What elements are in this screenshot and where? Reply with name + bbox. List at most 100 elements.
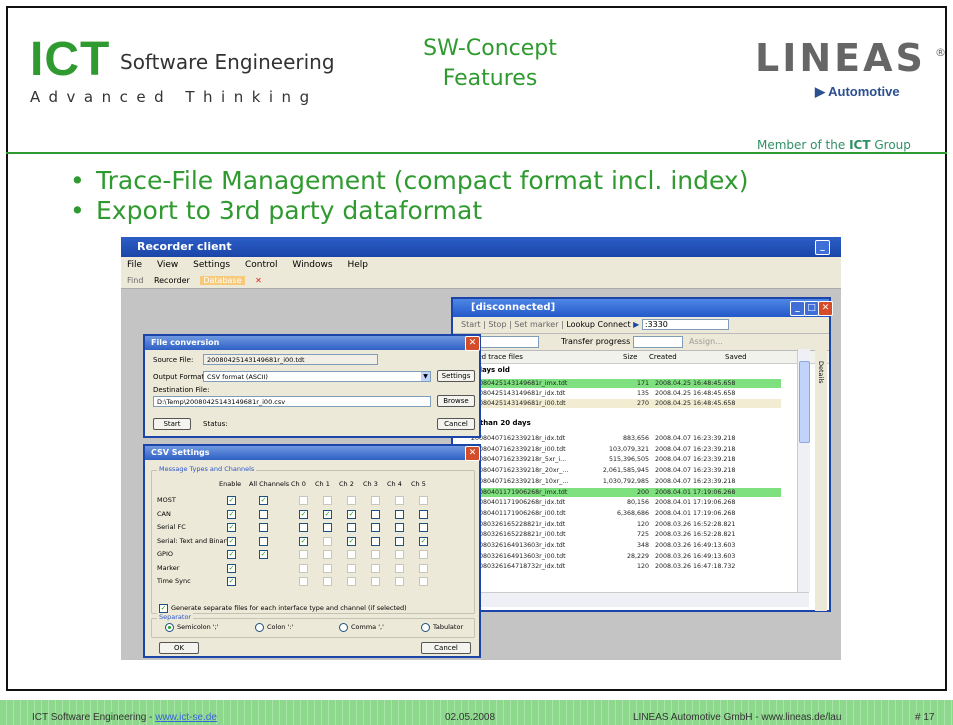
file-row[interactable]: 20080407162339218r_idx.tdt 883,656 2008.04… bbox=[461, 434, 781, 443]
file-row[interactable]: 20080401171906268r_imx.tdt 200 2008.04.01 … bbox=[461, 487, 781, 497]
cancel-button[interactable]: Cancel bbox=[421, 642, 471, 654]
all-channels-checkbox[interactable] bbox=[259, 536, 268, 546]
file-created: 2008.04.01 17:19:06.268 bbox=[655, 509, 736, 517]
all-channels-checkbox[interactable]: ✓ bbox=[259, 550, 268, 559]
file-row[interactable]: 20080326165228821r_idx.tdt 120 2008.03.26 … bbox=[461, 520, 781, 529]
channel-checkbox[interactable] bbox=[395, 509, 404, 519]
maximize-icon[interactable]: □ bbox=[804, 301, 819, 316]
all-channels-checkbox[interactable] bbox=[259, 509, 268, 519]
close-icon[interactable]: ✕ bbox=[465, 336, 480, 351]
enable-checkbox[interactable]: ✓ bbox=[227, 536, 236, 546]
channel-checkbox[interactable]: ✓ bbox=[347, 536, 356, 546]
format-select[interactable]: CSV format (ASCII) bbox=[203, 371, 431, 382]
col-size[interactable]: Size bbox=[623, 351, 637, 363]
header-divider bbox=[6, 152, 947, 154]
stop-button[interactable]: Stop bbox=[488, 320, 506, 329]
colon-radio[interactable] bbox=[255, 623, 264, 632]
scrollbar-thumb[interactable] bbox=[799, 361, 810, 443]
set-marker-button[interactable]: Set marker bbox=[514, 320, 558, 329]
ok-button[interactable]: OK bbox=[159, 642, 199, 654]
menu-settings[interactable]: Settings bbox=[193, 260, 230, 270]
connect-button[interactable]: Connect bbox=[598, 320, 631, 329]
tabulator-radio[interactable] bbox=[421, 623, 430, 632]
enable-checkbox[interactable]: ✓ bbox=[227, 577, 236, 586]
file-row[interactable]: 20080425143149681r_imx.tdt 171 2008.04.25 … bbox=[461, 379, 781, 388]
details-tab[interactable]: Details bbox=[815, 349, 827, 611]
channel-checkbox[interactable] bbox=[299, 523, 308, 532]
enable-checkbox[interactable]: ✓ bbox=[227, 550, 236, 559]
format-label: Output Format: bbox=[153, 373, 207, 381]
find-button[interactable]: Find bbox=[127, 276, 143, 285]
file-row[interactable]: 20080326164718732r_idx.tdt 120 2008.03.26 … bbox=[461, 562, 781, 571]
channel-checkbox[interactable] bbox=[371, 523, 380, 532]
file-row[interactable]: 20080326164913603r_idx.tdt 348 2008.03.26 … bbox=[461, 541, 781, 550]
channel-checkbox[interactable]: ✓ bbox=[299, 509, 308, 519]
disconnect-icon[interactable]: ✕ bbox=[255, 276, 262, 285]
all-channels-checkbox[interactable]: ✓ bbox=[259, 496, 268, 505]
channel-checkbox[interactable]: ✓ bbox=[323, 509, 332, 519]
file-row[interactable]: 20080425143149681r_i00.tdt 270 2008.04.25 … bbox=[461, 399, 781, 408]
col-created[interactable]: Created bbox=[649, 351, 677, 363]
horizontal-scrollbar[interactable] bbox=[453, 592, 809, 607]
separate-files-checkbox[interactable]: ✓ bbox=[159, 604, 168, 613]
vertical-scrollbar[interactable] bbox=[797, 349, 810, 592]
channel-checkbox[interactable] bbox=[395, 523, 404, 532]
channel-checkbox[interactable]: ✓ bbox=[419, 536, 428, 546]
footer-link[interactable]: www.ict-se.de bbox=[155, 712, 217, 723]
menu-windows[interactable]: Windows bbox=[292, 260, 332, 270]
start-button[interactable]: Start bbox=[153, 418, 191, 430]
dest-field[interactable]: D:\Temp\20080425143149681r_i00.csv bbox=[153, 396, 431, 407]
file-row[interactable]: 20080407162339218r_5xr_i... 515,396,505 20… bbox=[461, 455, 781, 464]
channel-checkbox[interactable] bbox=[395, 536, 404, 546]
menu-file[interactable]: File bbox=[127, 260, 142, 270]
file-row[interactable]: 20080407162339218r_20xr_... 2,061,585,945… bbox=[461, 466, 781, 475]
menu-control[interactable]: Control bbox=[245, 260, 278, 270]
close-icon[interactable]: ✕ bbox=[818, 301, 833, 316]
channel-checkbox[interactable] bbox=[323, 523, 332, 532]
file-row[interactable]: 20080425143149681r_idx.tdt 135 2008.04.25 … bbox=[461, 389, 781, 398]
browse-button[interactable]: Browse bbox=[437, 395, 475, 407]
space-field[interactable] bbox=[477, 336, 539, 348]
enable-checkbox[interactable]: ✓ bbox=[227, 563, 236, 573]
channel-checkbox[interactable] bbox=[347, 523, 356, 532]
file-created: 2008.03.26 16:49:13.603 bbox=[655, 542, 736, 549]
semicolon-radio[interactable] bbox=[165, 623, 174, 632]
assign-button[interactable]: Assign... bbox=[689, 334, 723, 350]
chevron-down-icon[interactable]: ▼ bbox=[421, 372, 430, 381]
enable-checkbox[interactable]: ✓ bbox=[227, 509, 236, 519]
close-icon[interactable]: ✕ bbox=[465, 446, 480, 461]
file-row[interactable]: 20080401171906268r_idx.tdt 80,156 2008.04.… bbox=[461, 498, 781, 507]
channel-checkbox[interactable]: ✓ bbox=[299, 536, 308, 546]
menu-view[interactable]: View bbox=[157, 260, 178, 270]
lookup-button[interactable]: Lookup bbox=[566, 320, 595, 329]
comma-radio[interactable] bbox=[339, 623, 348, 632]
disconnected-window: [disconnected] _ □ ✕ Start | Stop | Set … bbox=[451, 297, 833, 612]
file-size: 725 bbox=[636, 531, 649, 539]
all-channels-checkbox[interactable] bbox=[259, 523, 268, 532]
enable-checkbox[interactable]: ✓ bbox=[227, 523, 236, 532]
cancel-button[interactable]: Cancel bbox=[437, 418, 475, 430]
col-saved[interactable]: Saved bbox=[725, 351, 747, 363]
file-row[interactable]: 20080326165228821r_i00.tdt 725 2008.03.26 … bbox=[461, 530, 781, 539]
minimize-icon[interactable]: _ bbox=[815, 240, 830, 255]
file-row[interactable]: 20080401171906268r_i00.tdt 6,368,686 2008.… bbox=[461, 509, 781, 518]
minimize-icon[interactable]: _ bbox=[790, 301, 805, 316]
recorder-button[interactable]: Recorder bbox=[154, 276, 190, 285]
play-icon[interactable]: ▶ bbox=[633, 320, 639, 329]
menu-help[interactable]: Help bbox=[347, 260, 368, 270]
settings-button[interactable]: Settings bbox=[437, 370, 475, 382]
channel-checkbox[interactable] bbox=[371, 509, 380, 519]
channel-checkbox[interactable]: ✓ bbox=[347, 509, 356, 519]
file-row[interactable]: 20080407162339218r_i00.tdt 103,079,321 200… bbox=[461, 445, 781, 454]
start-button[interactable]: Start bbox=[461, 320, 481, 329]
file-row[interactable]: 20080326164913603r_i00.tdt 28,229 2008.03.… bbox=[461, 552, 781, 561]
enable-checkbox[interactable]: ✓ bbox=[227, 496, 236, 505]
address-input[interactable]: :3330 bbox=[641, 319, 729, 330]
channel-checkbox bbox=[395, 496, 404, 505]
channel-checkbox[interactable] bbox=[419, 523, 428, 532]
channel-checkbox[interactable] bbox=[371, 536, 380, 546]
database-button[interactable]: Database bbox=[200, 276, 245, 285]
channel-header: Ch 4 bbox=[387, 480, 402, 488]
channel-checkbox[interactable] bbox=[419, 509, 428, 519]
file-row[interactable]: 20080407162339218r_10xr_... 1,030,792,985… bbox=[461, 477, 781, 486]
